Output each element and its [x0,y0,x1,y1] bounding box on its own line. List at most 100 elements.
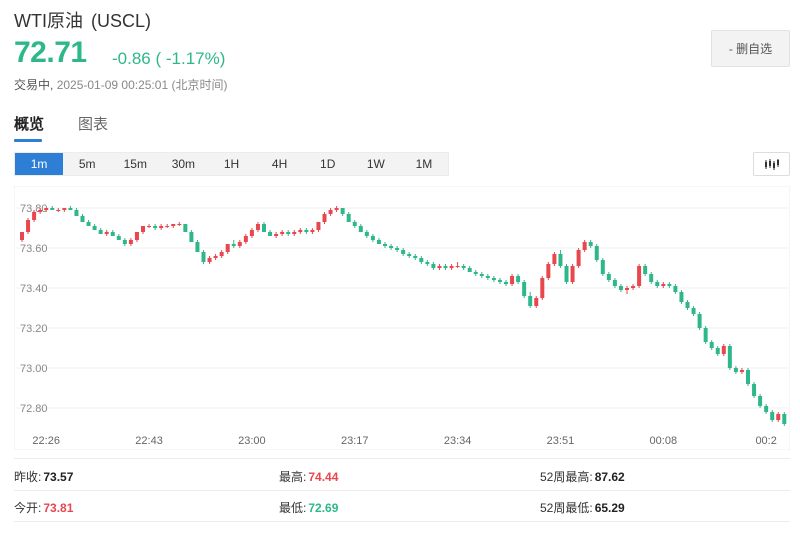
candle-body [358,226,363,232]
candle-body [540,278,545,298]
stat-52w-low: 52周最低: 65.29 [540,499,625,516]
candle-body [679,292,684,302]
candle-body [576,250,581,266]
candle-body [570,266,575,282]
candle-body [298,230,303,232]
candle-body [74,210,79,216]
period-1m[interactable]: 1m [15,153,64,175]
candle-body [383,244,387,246]
candle-body [782,414,787,424]
candle-body [588,242,593,246]
candle-body [582,242,587,250]
stat-low: 最低: 72.69 [279,499,338,516]
candle-body [141,226,145,232]
candle-body [637,266,642,286]
stat-label: 昨收: [14,470,42,484]
candle-body [104,232,109,234]
candle-body [116,236,121,240]
candle-body [643,266,648,274]
remove-favorite-button[interactable]: - 删自选 [711,30,790,67]
candle-body [667,284,672,286]
candle-body [739,370,744,372]
stat-value: 73.81 [43,501,74,515]
candle-body [292,232,297,234]
x-tick-label: 23:51 [547,435,575,447]
stat-label: 今开: [14,501,42,515]
period-5m[interactable]: 5m [63,153,111,175]
period-4H[interactable]: 4H [256,153,304,175]
tab-overview[interactable]: 概览 [14,113,44,142]
candlestick-chart[interactable]: 73.8073.6073.4073.2073.0072.8022:26 22:43… [14,186,790,450]
period-1H[interactable]: 1H [207,153,255,175]
stats-divider [14,458,790,459]
stat-open: 今开: 73.81 [14,499,73,516]
stat-label: 最低: [279,501,307,515]
candle-body [201,252,206,262]
candle-body [655,282,660,286]
candle-body [310,230,315,232]
candle-body [207,258,212,262]
candle-body [322,214,327,222]
candle-body [62,208,67,210]
period-15m[interactable]: 15m [111,153,159,175]
candle-body [334,208,339,210]
x-tick-label: 00:2 [755,435,776,447]
tab-chart[interactable]: 图表 [78,113,108,142]
candle-body [467,268,472,272]
period-1W[interactable]: 1W [352,153,400,175]
x-tick-label: 23:34 [444,435,472,447]
candle-body [98,230,103,234]
candle-body [68,208,73,210]
candle-body [389,246,394,248]
status-text: 交易中, [14,78,54,92]
candle-body [752,384,757,396]
stat-label: 52周最高: [540,470,593,484]
price-change: -0.86 ( -1.17%) [112,49,226,68]
candle-body [92,226,97,230]
x-tick-label: 22:43 [135,435,163,447]
candle-body [110,232,115,236]
period-30m[interactable]: 30m [159,153,207,175]
candle-body [177,224,182,225]
x-tick-label: 23:17 [341,435,369,447]
candle-body [491,278,496,280]
chart-type-button[interactable] [753,152,790,176]
candle-body [80,216,85,222]
y-tick-label: 73.00 [20,363,48,375]
candle-body [709,342,714,348]
period-selector: 1m 5m 15m 30m 1H 4H 1D 1W 1M [14,152,449,176]
candle-body [770,412,775,420]
candle-body [697,314,702,328]
period-1D[interactable]: 1D [304,153,352,175]
candle-body [449,266,454,268]
candle-body [564,266,569,282]
candle-body [413,256,418,258]
candle-body [703,328,708,342]
stats-bottom-divider [14,521,790,522]
candle-body [552,254,557,264]
candle-body [727,346,732,368]
stat-value: 74.44 [308,470,339,484]
period-1M[interactable]: 1M [400,153,448,175]
last-price: 72.71 [14,36,87,69]
candle-body [479,274,484,276]
candle-body [425,262,430,264]
candle-body [219,252,224,256]
candle-body [715,348,720,354]
candle-body [159,226,164,228]
candle-body [401,250,406,254]
candle-body [606,274,611,280]
candle-body [134,232,139,240]
status-timestamp: 2025-01-09 00:25:01 (北京时间) [56,78,228,92]
candle-body [243,236,248,242]
candle-body [183,224,188,232]
candle-body [746,370,750,384]
candle-body [594,246,599,260]
candle-body [195,242,200,252]
candle-body [485,276,490,278]
candle-body [758,396,763,406]
x-tick-label: 22:26 [32,435,60,447]
candle-body [268,232,273,236]
stat-52w-high: 52周最高: 87.62 [540,468,625,485]
x-tick-label: 23:00 [238,435,266,447]
